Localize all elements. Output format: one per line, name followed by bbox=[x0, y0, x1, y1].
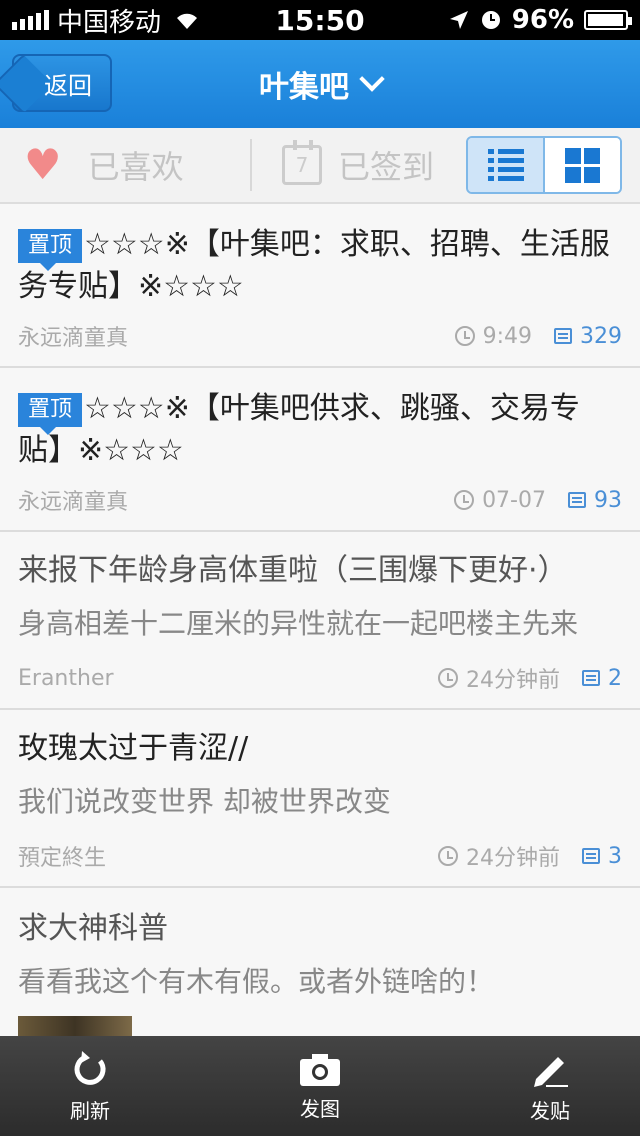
status-bar: 中国移动 15:50 96% bbox=[0, 0, 640, 40]
list-item[interactable]: 置顶 ☆☆☆※【叶集吧供求、跳骚、交易专贴】※☆☆☆ 永远滴童真 07-07 93 bbox=[0, 368, 640, 532]
comment-count: 3 bbox=[608, 843, 622, 869]
sign-in-button[interactable]: 7 已签到 bbox=[252, 140, 466, 188]
camera-icon bbox=[300, 1053, 340, 1086]
post-photo-button[interactable]: 发图 bbox=[260, 1051, 380, 1122]
page-title: 叶集吧 bbox=[259, 70, 349, 105]
list-view-button[interactable] bbox=[468, 138, 543, 192]
post-title: 玫瑰太过于青涩// bbox=[18, 731, 249, 766]
battery-icon bbox=[584, 10, 632, 30]
clock-icon bbox=[454, 326, 475, 346]
photo-label: 发图 bbox=[300, 1096, 340, 1121]
post-time: 9:49 bbox=[482, 323, 532, 349]
calendar-icon: 7 bbox=[282, 140, 322, 185]
navigation-bar: 返回 叶集吧 bbox=[0, 40, 640, 128]
list-item[interactable]: 来报下年龄身高体重啦（三围爆下更好·） 身高相差十二厘米的异性就在一起吧楼主先来… bbox=[0, 532, 640, 710]
like-label: 已喜欢 bbox=[87, 148, 184, 186]
post-author: 預定終生 bbox=[18, 846, 107, 871]
post-time: 24分钟前 bbox=[466, 668, 560, 693]
comment-count: 93 bbox=[594, 487, 622, 513]
back-button[interactable]: 返回 bbox=[12, 54, 112, 112]
post-excerpt: 身高相差十二厘米的异性就在一起吧楼主先来 bbox=[18, 607, 579, 640]
bottom-toolbar: 刷新 发图 发贴 bbox=[0, 1036, 640, 1136]
grid-icon bbox=[565, 147, 600, 183]
clock-icon bbox=[438, 846, 458, 866]
clock-icon bbox=[438, 668, 458, 688]
new-post-button[interactable]: 发贴 bbox=[490, 1049, 610, 1124]
post-time: 07-07 bbox=[482, 487, 546, 513]
list-item[interactable]: 玫瑰太过于青涩// 我们说改变世界 却被世界改变 預定終生 24分钟前 3 bbox=[0, 710, 640, 888]
sign-in-label: 已签到 bbox=[338, 148, 435, 186]
post-author: Eranther bbox=[18, 665, 114, 691]
post-list: 置顶 ☆☆☆※【叶集吧：求职、招聘、生活服务专贴】※☆☆☆ 永远滴童真 9:49 … bbox=[0, 204, 640, 1036]
heart-icon: ♥ bbox=[24, 140, 62, 189]
comment-count: 329 bbox=[580, 323, 622, 349]
post-excerpt: 我们说改变世界 却被世界改变 bbox=[18, 785, 391, 818]
post-title: 置顶 ☆☆☆※【叶集吧：求职、招聘、生活服务专贴】※☆☆☆ bbox=[18, 224, 622, 308]
pencil-icon bbox=[534, 1056, 568, 1087]
refresh-label: 刷新 bbox=[70, 1098, 110, 1123]
pinned-badge: 置顶 bbox=[18, 229, 83, 271]
post-label: 发贴 bbox=[530, 1098, 570, 1123]
list-item[interactable]: 置顶 ☆☆☆※【叶集吧：求职、招聘、生活服务专贴】※☆☆☆ 永远滴童真 9:49 … bbox=[0, 204, 640, 368]
post-thumbnail[interactable] bbox=[18, 1016, 132, 1036]
post-author: 永远滴童真 bbox=[18, 326, 129, 351]
comment-count: 2 bbox=[608, 665, 622, 691]
forum-title-dropdown[interactable]: 叶集吧 bbox=[259, 62, 385, 106]
clock-time: 15:50 bbox=[275, 3, 365, 37]
post-title-text: ☆☆☆※【叶集吧：求职、招聘、生活服务专贴】※☆☆☆ bbox=[18, 227, 610, 304]
refresh-icon bbox=[74, 1050, 106, 1085]
comment-icon bbox=[582, 848, 600, 864]
post-title: 来报下年龄身高体重啦（三围爆下更好·） bbox=[18, 553, 568, 588]
view-mode-toggle bbox=[466, 136, 622, 194]
chevron-down-icon bbox=[359, 66, 385, 92]
forum-toolbar: ♥ 已喜欢 7 已签到 bbox=[0, 128, 640, 204]
comment-icon bbox=[582, 670, 600, 686]
post-excerpt: 看看我这个有木有假。或者外链啥的！ bbox=[18, 965, 495, 998]
grid-view-button[interactable] bbox=[543, 138, 620, 192]
comment-icon bbox=[568, 492, 586, 508]
list-item[interactable]: 求大神科普 看看我这个有木有假。或者外链啥的！ bbox=[0, 888, 640, 1036]
list-icon bbox=[487, 149, 524, 181]
post-title-text: ☆☆☆※【叶集吧供求、跳骚、交易专贴】※☆☆☆ bbox=[18, 391, 580, 468]
pinned-badge: 置顶 bbox=[18, 393, 83, 435]
post-title: 求大神科普 bbox=[18, 911, 168, 946]
post-title: 置顶 ☆☆☆※【叶集吧供求、跳骚、交易专贴】※☆☆☆ bbox=[18, 388, 622, 472]
refresh-button[interactable]: 刷新 bbox=[30, 1049, 150, 1124]
like-button[interactable]: ♥ 已喜欢 bbox=[0, 142, 250, 188]
clock-icon bbox=[454, 490, 475, 510]
post-author: 永远滴童真 bbox=[18, 490, 129, 515]
back-label: 返回 bbox=[44, 71, 92, 100]
post-time: 24分钟前 bbox=[466, 846, 560, 871]
comment-icon bbox=[554, 328, 572, 344]
